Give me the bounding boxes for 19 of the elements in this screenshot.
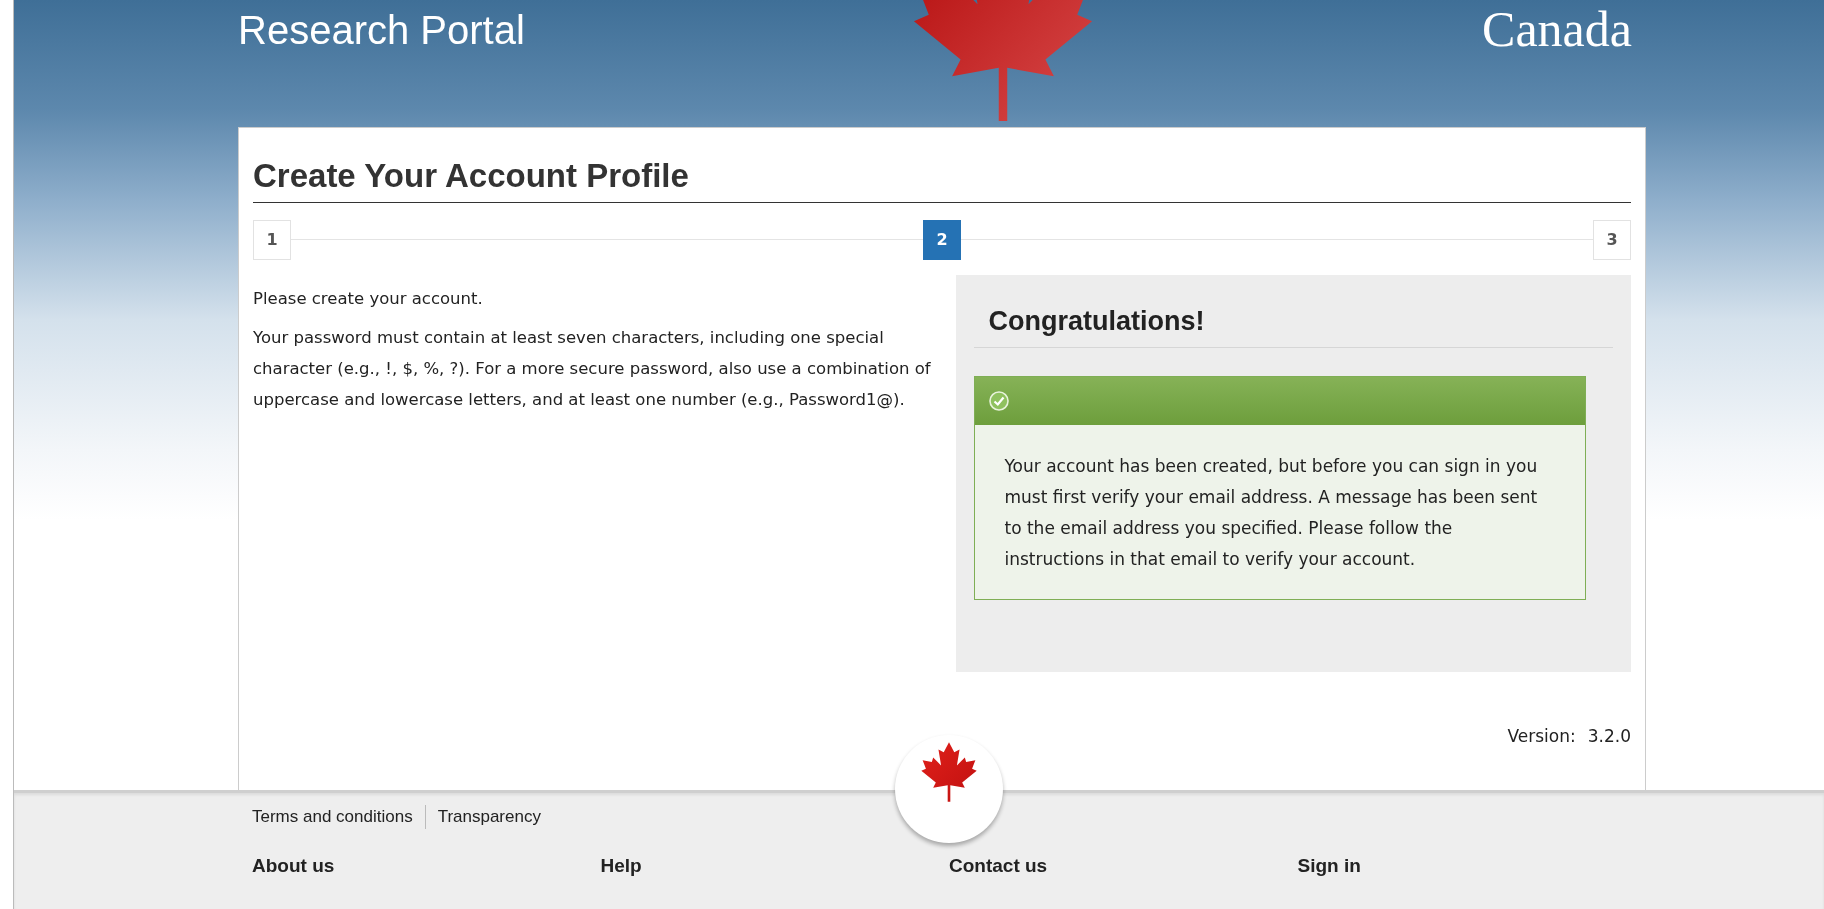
footer-link[interactable]: Transparency (437, 804, 541, 830)
wordmark: Canada (1482, 4, 1632, 54)
footer-nav-link[interactable]: Sign in (1297, 851, 1646, 880)
version-number: 3.2.0 (1587, 724, 1631, 748)
step-indicator: 1 (253, 219, 291, 260)
panel-title: Congratulations! (974, 274, 1613, 348)
footer-nav-link[interactable]: Contact us (949, 851, 1298, 880)
intro-paragraph: Your password must contain at least seven characters, including one special character (e.g., !, $, %, ?). For a more secure password, also use a combination of uppercase and lowercase letters, and at least one number (e.g., Password1@). (253, 326, 932, 411)
step-indicator: 2 (923, 219, 961, 260)
alert-message: Your account has been created, but before you can sign in you must first verify your email address. A message has been sent to the email address you specified. Please follow the instructions in that email to verify your account. (1003, 455, 1539, 571)
step-indicator: 3 (1593, 219, 1631, 260)
site-title: Research Portal (238, 8, 525, 52)
footer-link[interactable]: Terms and conditions (252, 804, 413, 830)
check-circle-icon (989, 391, 1010, 411)
version-label: Version: (1507, 724, 1576, 748)
intro-paragraph: Please create your account. (253, 287, 484, 310)
footer-nav-link[interactable]: Help (600, 851, 949, 880)
footer-nav-link[interactable]: About us (252, 851, 601, 880)
page-title: Create Your Account Profile (253, 142, 1631, 203)
